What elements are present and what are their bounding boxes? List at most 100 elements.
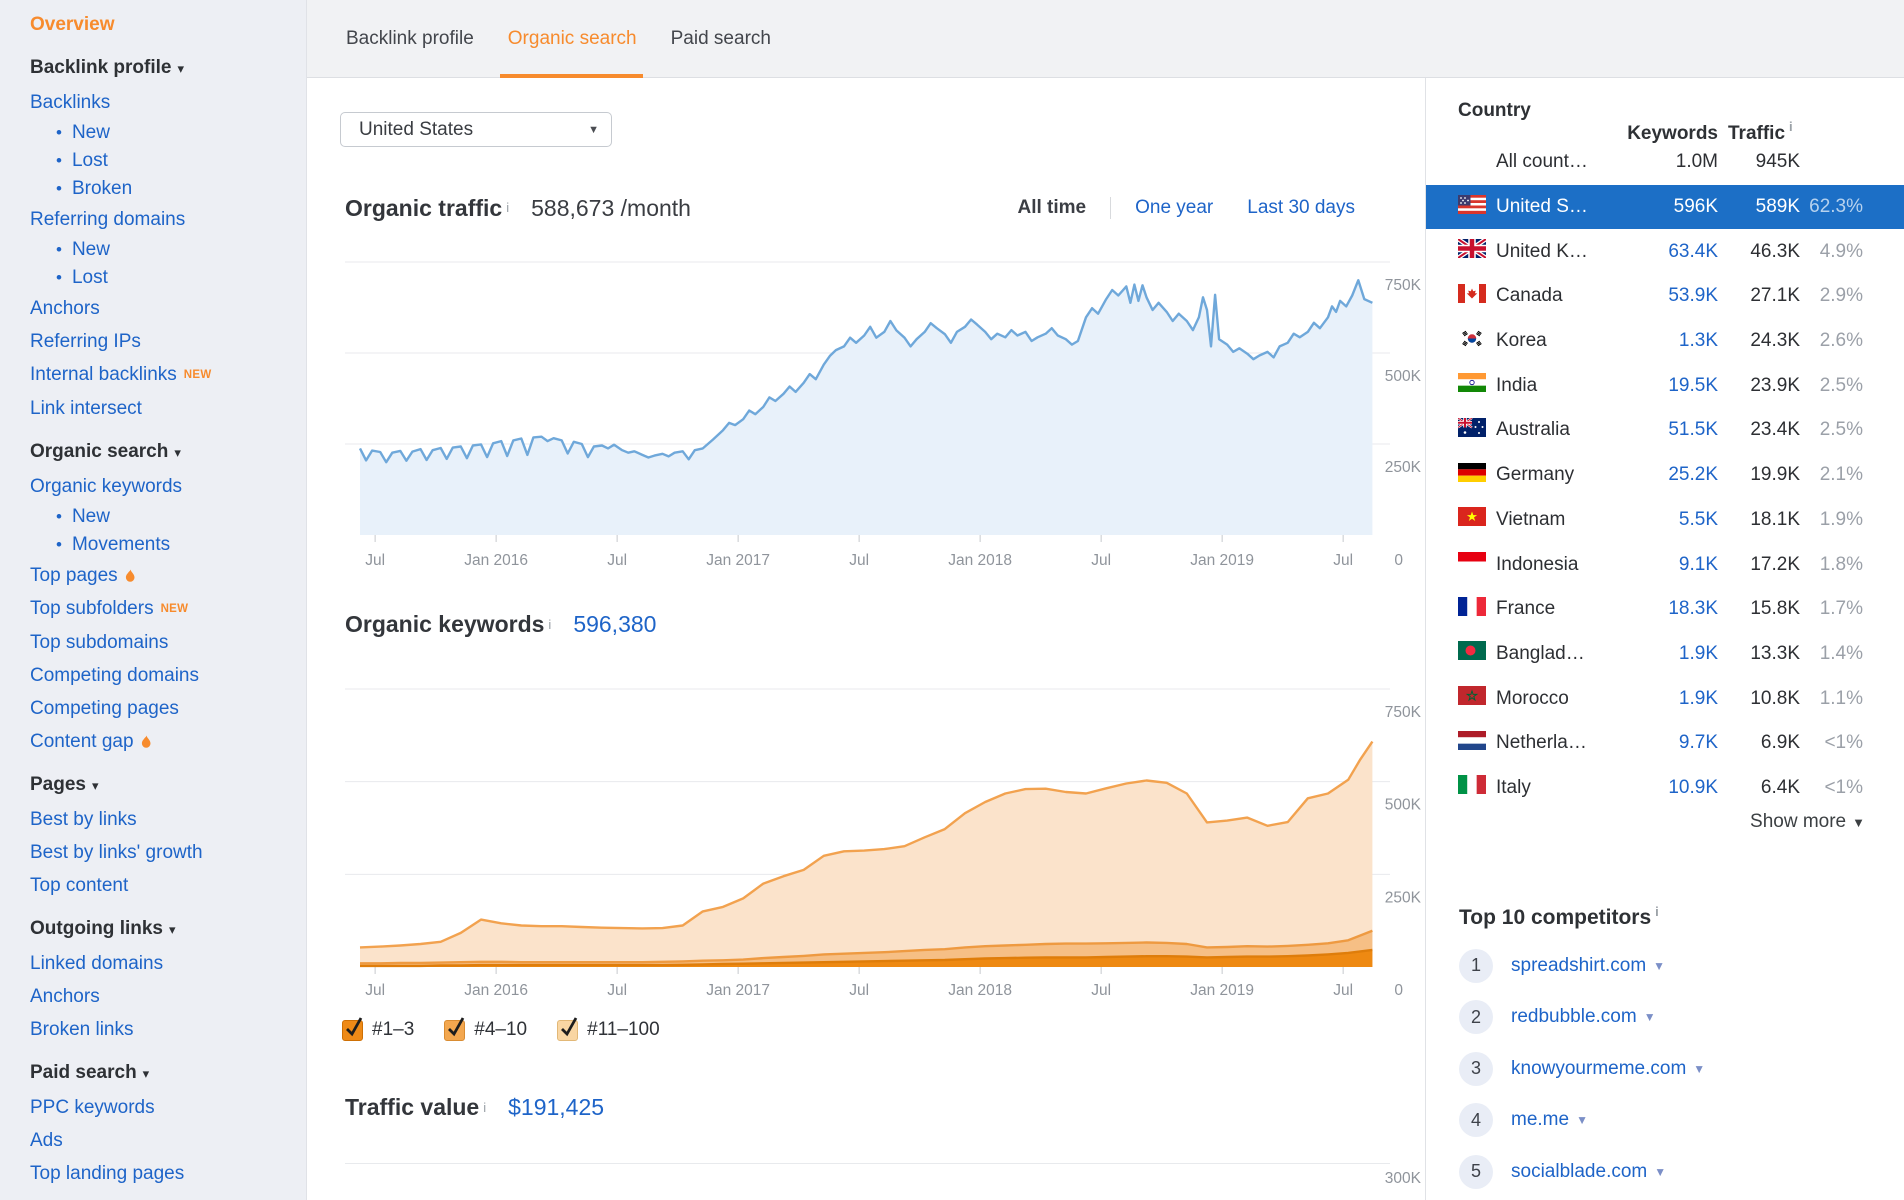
organic-traffic-chart[interactable]: JulJan 2016JulJan 2017JulJan 2018JulJan … <box>345 250 1425 580</box>
sidebar-item-label: Referring IPs <box>30 331 141 352</box>
sidebar-item-top-landing-pages[interactable]: Top landing pages <box>30 1157 306 1190</box>
sidebar-item-top-subfolders[interactable]: Top subfoldersNEW <box>30 592 306 626</box>
keywords-value[interactable]: 5.5K <box>1616 509 1718 531</box>
info-icon[interactable]: i <box>1655 904 1659 919</box>
chevron-down-icon[interactable]: ▼ <box>1654 1165 1666 1179</box>
show-more-button[interactable]: Show more▼ <box>1750 811 1865 833</box>
range-all-time[interactable]: All time <box>1017 197 1086 219</box>
sidebar-item-lost[interactable]: •Lost <box>30 264 306 292</box>
sidebar-item-broken-links[interactable]: Broken links <box>30 1013 306 1046</box>
sidebar-item-new[interactable]: •New <box>30 503 306 531</box>
organic-keywords-chart[interactable]: JulJan 2016JulJan 2017JulJan 2018JulJan … <box>345 680 1425 1010</box>
sidebar-item-new[interactable]: •New <box>30 119 306 147</box>
sidebar-item-label: Pages <box>30 774 86 795</box>
sidebar-item-overview[interactable]: Overview <box>30 8 306 41</box>
chevron-down-icon[interactable]: ▼ <box>1653 959 1665 973</box>
tab-backlink-profile[interactable]: Backlink profile <box>346 0 474 78</box>
chevron-down-icon[interactable]: ▼ <box>1693 1062 1705 1076</box>
sidebar-item-movements[interactable]: •Movements <box>30 531 306 559</box>
sidebar-item-link-intersect[interactable]: Link intersect <box>30 392 306 425</box>
sidebar-item-competing-domains[interactable]: Competing domains <box>30 659 306 692</box>
checkbox-11-100[interactable] <box>557 1020 578 1041</box>
country-row-australia[interactable]: Australia51.5K23.4K2.5% <box>1426 408 1904 453</box>
country-row-all-count[interactable]: All count…1.0M945K <box>1426 140 1904 185</box>
keywords-value[interactable]: 53.9K <box>1616 285 1718 307</box>
country-row-italy[interactable]: Italy10.9K6.4K<1% <box>1426 766 1904 811</box>
competitor-link[interactable]: knowyourmeme.com <box>1511 1058 1686 1080</box>
sidebar-item-linked-domains[interactable]: Linked domains <box>30 947 306 980</box>
sidebar-item-anchors[interactable]: Anchors <box>30 980 306 1013</box>
tab-organic-search[interactable]: Organic search <box>508 0 637 78</box>
sidebar-item-ppc-keywords[interactable]: PPC keywords <box>30 1091 306 1124</box>
sidebar-item-label: Lost <box>72 150 108 171</box>
competitor-link[interactable]: redbubble.com <box>1511 1006 1637 1028</box>
sidebar-item-backlinks[interactable]: Backlinks <box>30 86 306 119</box>
keywords-value[interactable]: 25.2K <box>1616 464 1718 486</box>
country-row-canada[interactable]: Canada53.9K27.1K2.9% <box>1426 274 1904 319</box>
sidebar-item-lost[interactable]: •Lost <box>30 147 306 175</box>
chevron-down-icon[interactable]: ▼ <box>1576 1113 1588 1127</box>
keywords-value[interactable]: 9.1K <box>1616 554 1718 576</box>
info-icon[interactable]: i <box>1789 119 1793 134</box>
country-row-united-k[interactable]: United K…63.4K46.3K4.9% <box>1426 229 1904 274</box>
svg-text:Jan 2016: Jan 2016 <box>464 982 528 999</box>
country-row-indonesia[interactable]: Indonesia9.1K17.2K1.8% <box>1426 542 1904 587</box>
sidebar-item-best-by-links[interactable]: Best by links <box>30 803 306 836</box>
sidebar-item-referring-domains[interactable]: Referring domains <box>30 203 306 236</box>
sidebar-item-broken[interactable]: •Broken <box>30 175 306 203</box>
sidebar-item-new[interactable]: •New <box>30 236 306 264</box>
country-row-netherla[interactable]: Netherla…9.7K6.9K<1% <box>1426 721 1904 766</box>
flag-in-icon <box>1458 373 1496 398</box>
checkbox-4-10[interactable] <box>444 1020 465 1041</box>
sidebar-item-top-pages[interactable]: Top pages <box>30 559 306 592</box>
sidebar-item-referring-ips[interactable]: Referring IPs <box>30 325 306 358</box>
country-row-india[interactable]: India19.5K23.9K2.5% <box>1426 363 1904 408</box>
sidebar-item-ads[interactable]: Ads <box>30 1124 306 1157</box>
sidebar-item-pages[interactable]: Pages▾ <box>30 768 306 803</box>
sidebar-item-competing-pages[interactable]: Competing pages <box>30 692 306 725</box>
country-row-united-s[interactable]: United S…596K589K62.3% <box>1426 185 1904 230</box>
sidebar-item-organic-search[interactable]: Organic search▾ <box>30 435 306 470</box>
sidebar-item-anchors[interactable]: Anchors <box>30 292 306 325</box>
keywords-value[interactable]: 19.5K <box>1616 375 1718 397</box>
keywords-value[interactable]: 1.9K <box>1616 643 1718 665</box>
competitor-link[interactable]: me.me <box>1511 1109 1569 1131</box>
country-row-banglad[interactable]: Banglad…1.9K13.3K1.4% <box>1426 632 1904 677</box>
keywords-value[interactable]: 10.9K <box>1616 777 1718 799</box>
checkmark-icon <box>558 1017 579 1038</box>
sidebar-item-top-content[interactable]: Top content <box>30 869 306 902</box>
range-one-year[interactable]: One year <box>1135 197 1213 219</box>
organic-keywords-count-link[interactable]: 596,380 <box>573 611 656 638</box>
keywords-value[interactable]: 9.7K <box>1616 732 1718 754</box>
country-row-france[interactable]: France18.3K15.8K1.7% <box>1426 587 1904 632</box>
country-row-morocco[interactable]: Morocco1.9K10.8K1.1% <box>1426 676 1904 721</box>
legend-item-11-100[interactable]: #11–100 <box>557 1019 660 1041</box>
sidebar-item-backlink-profile[interactable]: Backlink profile▾ <box>30 51 306 86</box>
tab-paid-search[interactable]: Paid search <box>671 0 771 78</box>
competitor-link[interactable]: socialblade.com <box>1511 1161 1647 1183</box>
keywords-value[interactable]: 51.5K <box>1616 419 1718 441</box>
sidebar-item-best-by-links-growth[interactable]: Best by links' growth <box>30 836 306 869</box>
checkbox-1-3[interactable] <box>342 1020 363 1041</box>
chevron-down-icon[interactable]: ▼ <box>1644 1010 1656 1024</box>
sidebar-item-outgoing-links[interactable]: Outgoing links▾ <box>30 912 306 947</box>
keywords-value[interactable]: 1.9K <box>1616 688 1718 710</box>
sidebar-item-content-gap[interactable]: Content gap <box>30 725 306 758</box>
competitor-link[interactable]: spreadshirt.com <box>1511 955 1646 977</box>
keywords-value[interactable]: 63.4K <box>1616 241 1718 263</box>
country-row-germany[interactable]: Germany25.2K19.9K2.1% <box>1426 453 1904 498</box>
keywords-value[interactable]: 596K <box>1616 196 1718 218</box>
country-row-vietnam[interactable]: Vietnam5.5K18.1K1.9% <box>1426 498 1904 543</box>
sidebar-item-organic-keywords[interactable]: Organic keywords <box>30 470 306 503</box>
keywords-value[interactable]: 1.3K <box>1616 330 1718 352</box>
sidebar-item-paid-search[interactable]: Paid search▾ <box>30 1056 306 1091</box>
legend-item-1-3[interactable]: #1–3 <box>342 1019 414 1041</box>
country-select[interactable]: United States ▼ <box>340 112 612 147</box>
country-row-korea[interactable]: Korea1.3K24.3K2.6% <box>1426 319 1904 364</box>
range-last-30-days[interactable]: Last 30 days <box>1247 197 1355 219</box>
traffic-value-link[interactable]: $191,425 <box>508 1094 604 1121</box>
keywords-value[interactable]: 18.3K <box>1616 598 1718 620</box>
sidebar-item-top-subdomains[interactable]: Top subdomains <box>30 626 306 659</box>
sidebar-item-internal-backlinks[interactable]: Internal backlinksNEW <box>30 358 306 392</box>
legend-item-4-10[interactable]: #4–10 <box>444 1019 527 1041</box>
